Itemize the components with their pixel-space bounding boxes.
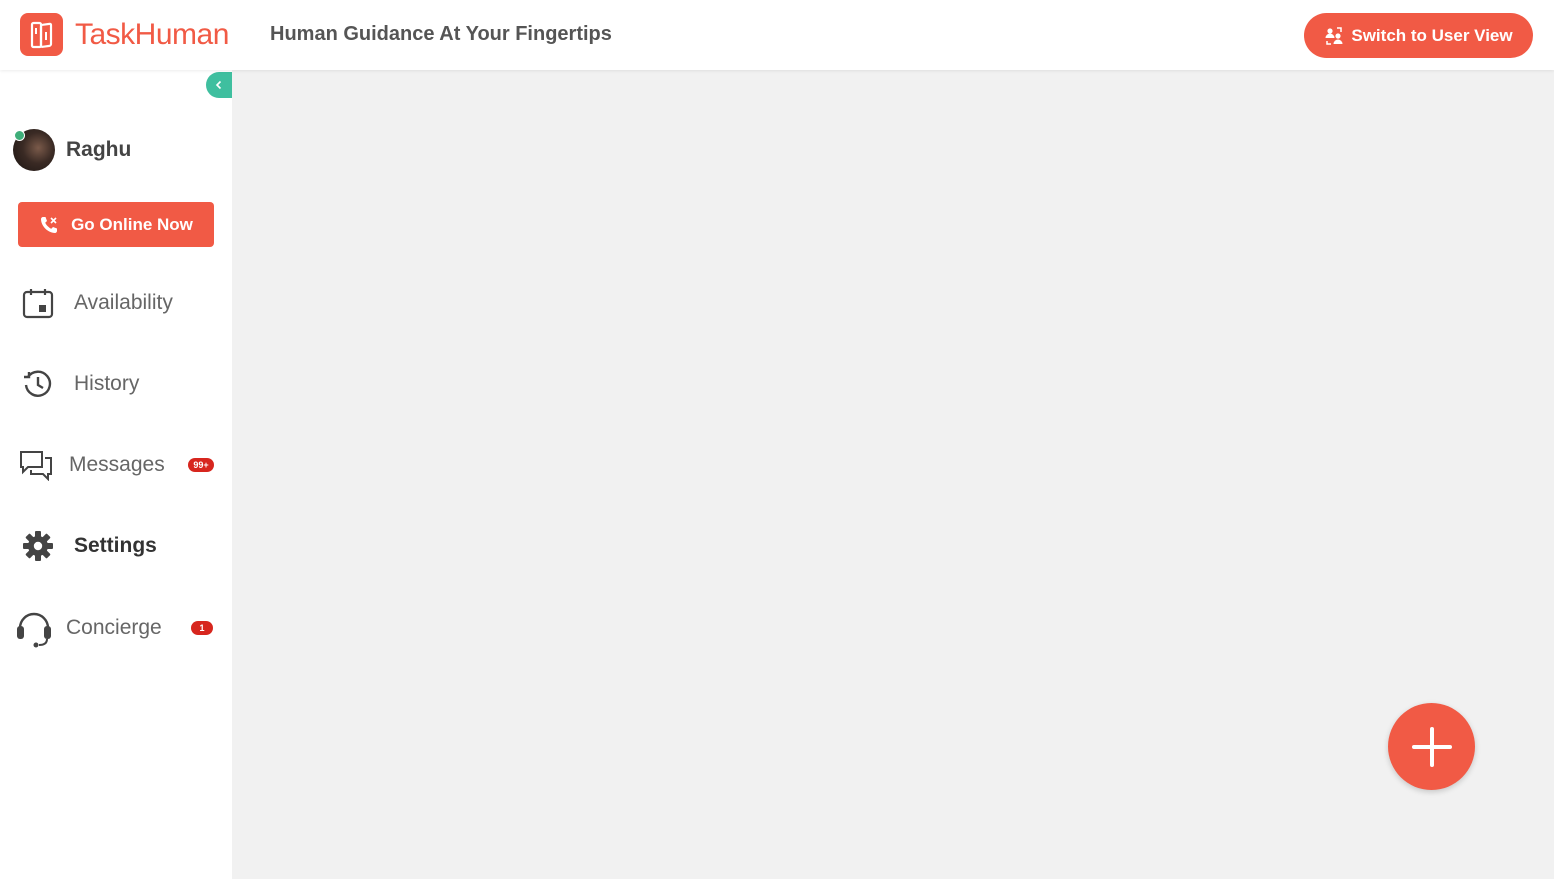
online-status-dot (14, 130, 25, 141)
sidebar-item-label: History (74, 372, 140, 395)
brand-name: TaskHuman (75, 17, 229, 51)
add-fab-button[interactable] (1388, 703, 1475, 790)
sidebar-item-label: Settings (74, 534, 157, 557)
tagline: Human Guidance At Your Fingertips (270, 23, 612, 45)
plus-icon (1411, 726, 1452, 767)
avatar[interactable] (13, 129, 55, 171)
chevron-left-icon (215, 80, 222, 90)
go-online-now-button[interactable]: Go Online Now (18, 202, 214, 247)
switch-users-icon (1325, 26, 1343, 45)
phone-icon (41, 216, 58, 233)
switch-button-label: Switch to User View (1351, 25, 1513, 45)
sidebar: Raghu Go Online Now Availability History… (0, 70, 232, 879)
taskhuman-logo-icon (20, 13, 63, 56)
sidebar-item-history[interactable]: History (0, 359, 232, 409)
sidebar-item-availability[interactable]: Availability (0, 278, 232, 328)
sidebar-item-label: Messages (69, 453, 165, 476)
calendar-icon (22, 287, 54, 319)
collapse-sidebar-button[interactable] (206, 72, 232, 98)
sidebar-item-label: Concierge (66, 616, 162, 639)
sidebar-item-concierge[interactable]: Concierge 1 (0, 603, 232, 653)
gear-icon (22, 530, 54, 562)
sidebar-item-label: Availability (74, 291, 173, 314)
go-online-label: Go Online Now (71, 214, 193, 234)
headset-icon (15, 608, 53, 648)
top-bar: TaskHuman Human Guidance At Your Fingert… (0, 0, 1554, 70)
logo[interactable]: TaskHuman (20, 13, 229, 56)
sidebar-item-settings[interactable]: Settings (0, 521, 232, 571)
main-content (232, 70, 1554, 879)
profile-name: Raghu (66, 138, 132, 161)
history-icon (22, 368, 54, 400)
messages-count-badge: 99+ (188, 458, 214, 472)
chat-icon (19, 449, 53, 481)
profile[interactable]: Raghu (13, 129, 131, 171)
sidebar-item-messages[interactable]: Messages 99+ (0, 440, 232, 490)
concierge-count-badge: 1 (191, 621, 213, 635)
switch-to-user-view-button[interactable]: Switch to User View (1304, 13, 1533, 58)
